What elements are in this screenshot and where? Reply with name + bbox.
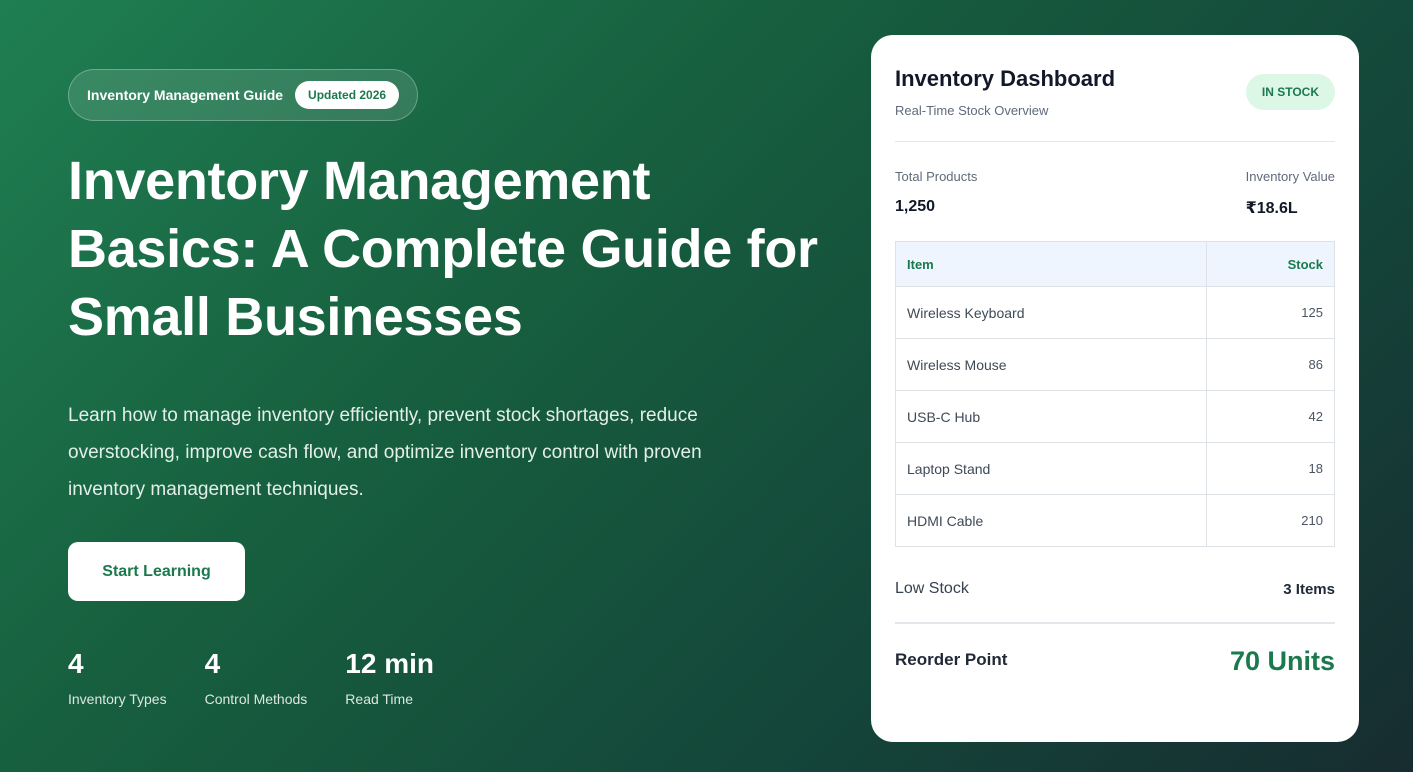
start-learning-button[interactable]: Start Learning bbox=[68, 542, 245, 601]
metric-label: Inventory Value bbox=[1245, 169, 1335, 184]
metric-inventory-value: Inventory Value ₹18.6L bbox=[1246, 169, 1335, 218]
stat-control-methods: 4 Control Methods bbox=[205, 647, 308, 707]
stat-inventory-types: 4 Inventory Types bbox=[68, 647, 167, 707]
low-stock-row: Low Stock 3 Items bbox=[895, 580, 1335, 598]
stock-cell: 210 bbox=[1206, 494, 1335, 547]
metric-value: ₹18.6L bbox=[1245, 200, 1298, 217]
table-row: USB-C Hub 42 bbox=[895, 390, 1335, 443]
stat-value: 4 bbox=[68, 648, 84, 679]
dashboard-subtitle: Real-Time Stock Overview bbox=[895, 103, 1049, 118]
reorder-point-label: Reorder Point bbox=[895, 650, 1008, 669]
low-stock-value: 3 Items bbox=[1283, 580, 1335, 598]
column-header-item: Item bbox=[895, 241, 1207, 287]
table-row: Wireless Keyboard 125 bbox=[895, 286, 1335, 339]
stat-label: Inventory Types bbox=[68, 691, 167, 707]
stock-cell: 42 bbox=[1206, 390, 1335, 443]
inventory-dashboard-card: Inventory Dashboard Real-Time Stock Over… bbox=[871, 35, 1359, 742]
item-cell: Wireless Keyboard bbox=[895, 286, 1207, 339]
stock-cell: 125 bbox=[1206, 286, 1335, 339]
table-header-row: Item Stock bbox=[895, 241, 1335, 287]
page-title: Inventory Management Basics: A Complete … bbox=[68, 151, 818, 347]
status-badge: IN STOCK bbox=[1245, 74, 1335, 110]
hero-section: Inventory Management Guide Updated 2026 … bbox=[0, 0, 1413, 772]
dashboard-header: Inventory Dashboard Real-Time Stock Over… bbox=[895, 65, 1335, 118]
stat-read-time: 12 min Read Time bbox=[345, 647, 434, 707]
column-header-stock: Stock bbox=[1206, 241, 1335, 287]
stat-label: Read Time bbox=[345, 691, 413, 707]
stat-value: 4 bbox=[204, 648, 221, 679]
metric-label: Total Products bbox=[895, 169, 978, 184]
table-row: HDMI Cable 210 bbox=[895, 494, 1335, 547]
stat-value: 12 min bbox=[345, 648, 434, 679]
item-cell: HDMI Cable bbox=[895, 494, 1207, 547]
reorder-point-row: Reorder Point 70 Units bbox=[895, 646, 1335, 677]
stock-cell: 86 bbox=[1206, 338, 1335, 391]
table-row: Laptop Stand 18 bbox=[895, 442, 1335, 495]
metric-total-products: Total Products 1,250 bbox=[895, 169, 977, 218]
metric-value: 1,250 bbox=[895, 198, 936, 215]
divider bbox=[895, 622, 1335, 624]
reorder-point-value: 70 Units bbox=[1229, 646, 1335, 676]
divider bbox=[895, 141, 1335, 142]
stock-cell: 18 bbox=[1206, 442, 1335, 495]
inventory-table: Item Stock Wireless Keyboard 125 Wireles… bbox=[895, 241, 1335, 547]
stats-row: 4 Inventory Types 4 Control Methods 12 m… bbox=[68, 647, 848, 707]
guide-pill-label: Inventory Management Guide bbox=[87, 87, 284, 103]
updated-badge: Updated 2026 bbox=[295, 81, 400, 109]
table-row: Wireless Mouse 86 bbox=[895, 338, 1335, 391]
guide-pill: Inventory Management Guide Updated 2026 bbox=[68, 69, 419, 121]
item-cell: USB-C Hub bbox=[895, 390, 1207, 443]
metrics-row: Total Products 1,250 Inventory Value ₹18… bbox=[895, 169, 1335, 218]
item-cell: Laptop Stand bbox=[895, 442, 1207, 495]
low-stock-label: Low Stock bbox=[895, 580, 969, 597]
item-cell: Wireless Mouse bbox=[895, 338, 1207, 391]
hero-description: Learn how to manage inventory efficientl… bbox=[68, 405, 702, 500]
hero-content: Inventory Management Guide Updated 2026 … bbox=[68, 69, 848, 707]
dashboard-title: Inventory Dashboard bbox=[895, 66, 1116, 91]
stat-label: Control Methods bbox=[204, 691, 308, 707]
